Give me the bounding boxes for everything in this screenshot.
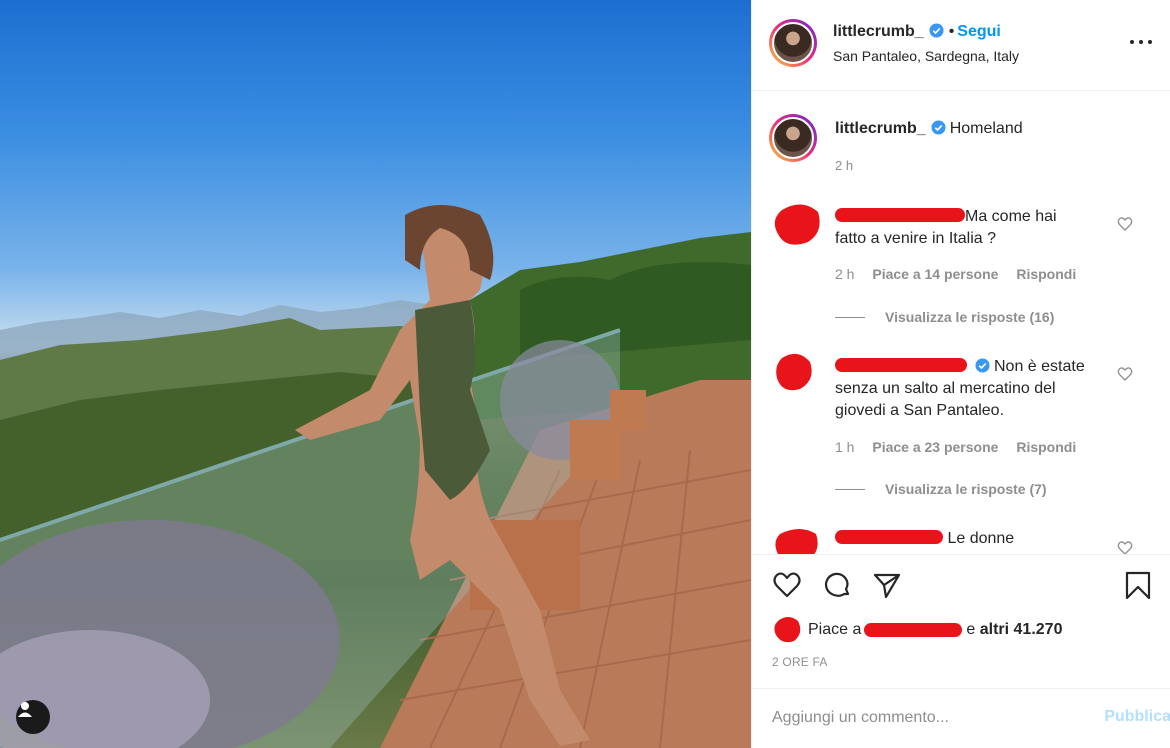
redacted-avatar [774, 617, 801, 643]
bookmark-icon[interactable] [1123, 570, 1153, 600]
comment-heart-icon[interactable] [1117, 540, 1133, 554]
more-horizontal-icon[interactable] [1130, 38, 1152, 46]
author-username[interactable]: littlecrumb_ [833, 23, 924, 40]
likes-summary: Piace a e altri 41.270 [772, 615, 1062, 645]
comment-heart-icon[interactable] [1117, 366, 1133, 382]
heart-icon[interactable] [772, 570, 802, 600]
follow-button[interactable]: Segui [957, 23, 1001, 40]
comment-input[interactable]: Aggiungi un commento... [772, 709, 949, 727]
author-avatar[interactable] [769, 19, 817, 67]
post-side-panel: littlecrumb_ • Segui San Pantaleo, Sardegn… [751, 0, 1170, 748]
caption-text: Homeland [949, 120, 1023, 137]
comment-likes[interactable]: Piace a 14 persone [872, 266, 998, 282]
post-actions: Piace a e altri 41.270 2 ORE FA [752, 554, 1170, 688]
verified-icon [975, 358, 990, 373]
view-replies-button[interactable]: Visualizza le risposte (16) [835, 309, 1054, 325]
comment-text: Non è estate senza un salto al mercatino… [835, 358, 1085, 419]
post-comment-button[interactable]: Pubblica [1104, 708, 1170, 726]
redacted-avatar [774, 204, 820, 245]
post-photo[interactable] [0, 0, 751, 748]
comment-time: 2 h [835, 266, 855, 282]
caption-username[interactable]: littlecrumb_ [835, 120, 926, 137]
comment-text: Ma come hai fatto a venire in Italia ? [835, 208, 1057, 247]
share-icon[interactable] [872, 570, 902, 600]
comment-likes[interactable]: Piace a 23 persone [872, 439, 998, 455]
redacted-username [835, 358, 967, 372]
verified-icon [929, 23, 944, 38]
post-header: littlecrumb_ • Segui San Pantaleo, Sardegn… [752, 0, 1170, 91]
likes-count[interactable]: altri 41.270 [980, 621, 1063, 639]
reply-button[interactable]: Rispondi [1016, 439, 1076, 455]
view-replies-button[interactable]: Visualizza le risposte (7) [835, 481, 1047, 497]
redacted-avatar [775, 529, 818, 554]
likes-suffix: e [966, 621, 976, 638]
redacted-username [835, 530, 943, 544]
post-time-ago: 2 ORE FA [772, 655, 828, 669]
comments-list: littlecrumb_ Homeland 2 h Ma come hai fat… [752, 92, 1170, 554]
redacted-avatar [776, 353, 812, 391]
comment-icon[interactable] [822, 570, 852, 600]
caption: littlecrumb_ Homeland [835, 120, 1023, 138]
comment-heart-icon[interactable] [1117, 216, 1133, 232]
caption-avatar[interactable] [769, 114, 817, 162]
author-line: littlecrumb_ • Segui [833, 23, 1001, 41]
comment-time: 1 h [835, 439, 855, 455]
photo-scene [0, 205, 751, 748]
add-comment-bar: Aggiungi un commento... Pubblica [752, 688, 1170, 748]
separator-dot: • [948, 23, 955, 40]
caption-time: 2 h [835, 158, 854, 173]
reply-button[interactable]: Rispondi [1016, 266, 1076, 282]
verified-icon [931, 120, 946, 135]
comment-meta: 1 h Piace a 23 persone Rispondi [835, 439, 1090, 455]
user-tag-icon[interactable] [16, 700, 50, 734]
redacted-username [835, 208, 965, 222]
redacted-username [864, 623, 963, 637]
likes-prefix: Piace a [808, 621, 862, 638]
location-link[interactable]: San Pantaleo, Sardegna, Italy [833, 48, 1019, 64]
comment-text: Le donne [835, 528, 1105, 550]
comment-meta: 2 h Piace a 14 persone Rispondi [835, 266, 1090, 282]
